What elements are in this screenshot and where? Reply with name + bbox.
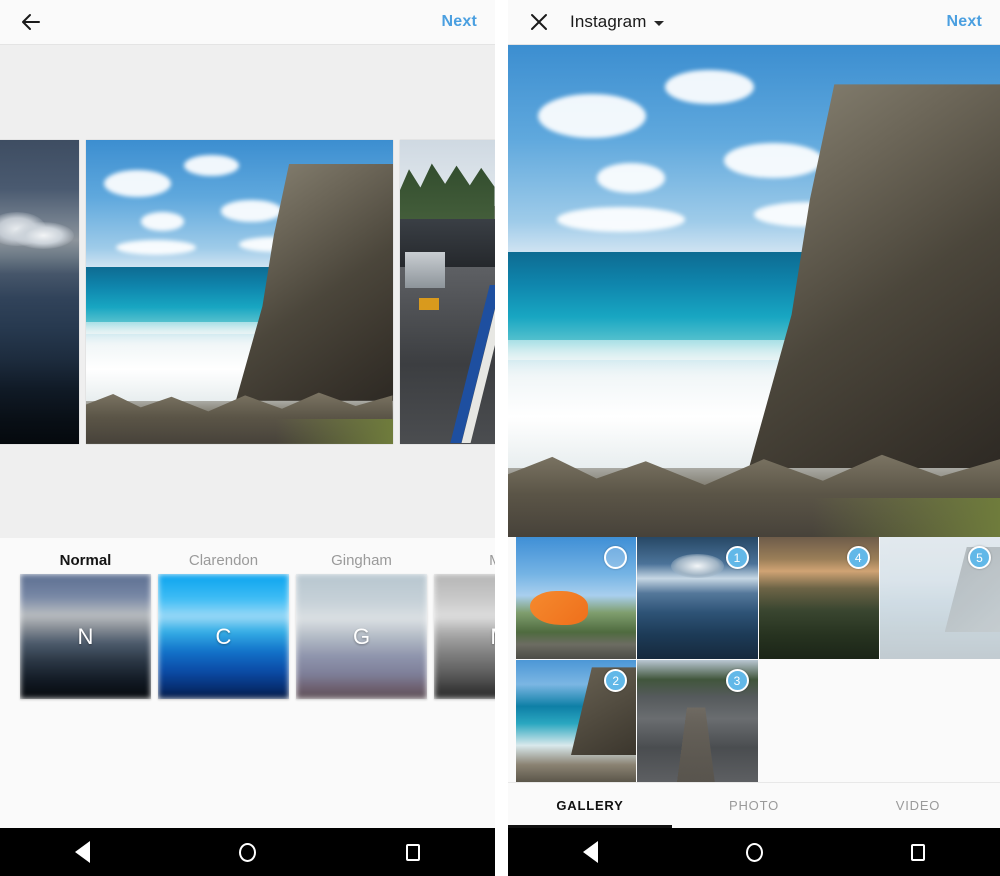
selection-badge[interactable]: 1	[726, 546, 749, 569]
filter-label: Normal	[60, 548, 112, 574]
cloud-shape	[116, 240, 196, 255]
triangle-back-icon[interactable]	[68, 837, 98, 867]
screen-divider	[495, 0, 508, 876]
filter-item-moon[interactable]: Mo M	[434, 548, 495, 699]
filter-label: Mo	[489, 548, 495, 574]
selection-badge[interactable]: 4	[847, 546, 870, 569]
circle-home-icon[interactable]	[739, 837, 769, 867]
gallery-tile[interactable]: 1	[637, 537, 757, 659]
tab-photo[interactable]: PHOTO	[672, 783, 836, 828]
album-selector[interactable]: Instagram	[570, 12, 664, 32]
filter-label: Gingham	[331, 548, 392, 574]
cloud-shape	[184, 155, 239, 176]
triangle-back-icon[interactable]	[575, 837, 605, 867]
photo-coastal-cliff-surf	[86, 140, 393, 444]
gallery-tile[interactable]: 4	[759, 537, 879, 659]
filter-letter: M	[434, 624, 495, 650]
filter-strip[interactable]: Normal N Clarendon C Gingham	[0, 538, 495, 828]
carousel-slide-previous[interactable]	[0, 140, 79, 444]
filter-thumbnail-moon[interactable]: M	[434, 574, 495, 699]
gallery-tile[interactable]	[516, 537, 636, 659]
gallery-tile[interactable]: 2	[516, 660, 636, 782]
arrow-left-icon[interactable]	[18, 9, 44, 35]
filter-item-normal[interactable]: Normal N	[20, 548, 151, 699]
carousel-slide-next[interactable]	[400, 140, 495, 444]
dual-screenshot-container: Next	[0, 0, 1000, 876]
android-navbar-left	[0, 828, 495, 876]
filter-item-clarendon[interactable]: Clarendon C	[158, 548, 289, 699]
filter-thumbnail-normal[interactable]: N	[20, 574, 151, 699]
photo-dark-ocean-clouds	[0, 140, 79, 444]
filter-thumbnail-clarendon[interactable]: C	[158, 574, 289, 699]
filter-letter: G	[296, 624, 427, 650]
photo-carousel[interactable]	[0, 45, 495, 538]
tab-video[interactable]: VIDEO	[836, 783, 1000, 828]
cloud-shape	[665, 70, 754, 104]
filter-item-gingham[interactable]: Gingham G	[296, 548, 427, 699]
album-title: Instagram	[570, 12, 647, 32]
left-phone-screen: Next	[0, 0, 495, 876]
gallery-tile[interactable]: 5	[880, 537, 1000, 659]
close-icon[interactable]	[526, 9, 552, 35]
selected-photo-preview[interactable]	[508, 45, 1000, 537]
next-button[interactable]: Next	[947, 13, 982, 31]
cloud-shape	[141, 212, 184, 230]
chevron-down-icon[interactable]	[654, 21, 664, 26]
photo-grass-layer	[276, 419, 393, 443]
cloud-shape	[557, 207, 685, 232]
square-recents-icon[interactable]	[398, 837, 428, 867]
tab-gallery[interactable]: GALLERY	[508, 783, 672, 828]
circle-home-icon[interactable]	[233, 837, 263, 867]
filter-label: Clarendon	[189, 548, 258, 574]
carousel-track[interactable]	[1, 140, 495, 444]
left-topbar: Next	[0, 0, 495, 45]
selection-badge[interactable]: 3	[726, 669, 749, 692]
station-sign-layer	[419, 298, 440, 310]
photo-coastal-cliff-surf	[508, 45, 1000, 537]
filter-row[interactable]: Normal N Clarendon C Gingham	[0, 548, 495, 699]
station-train-layer	[405, 252, 445, 288]
android-navbar-right	[508, 828, 1000, 876]
cloud-shape	[221, 200, 282, 221]
next-button[interactable]: Next	[442, 13, 477, 31]
square-recents-icon[interactable]	[903, 837, 933, 867]
cloud-shape	[724, 143, 822, 177]
photo-grass-layer	[813, 498, 1000, 537]
photo-train-station-platform	[400, 140, 495, 444]
carousel-slide-current[interactable]	[86, 140, 393, 444]
source-tabs[interactable]: GALLERY PHOTO VIDEO	[508, 782, 1000, 828]
right-phone-screen: Instagram Next	[508, 0, 1000, 876]
filter-letter: N	[20, 624, 151, 650]
filter-letter: C	[158, 624, 289, 650]
gallery-tile[interactable]: 3	[637, 660, 757, 782]
cloud-shape	[538, 94, 646, 138]
filter-thumbnail-gingham[interactable]: G	[296, 574, 427, 699]
gallery-grid[interactable]: 1 4 5 2 3	[508, 537, 1000, 782]
right-topbar: Instagram Next	[508, 0, 1000, 45]
selection-badge[interactable]: 5	[968, 546, 991, 569]
cloud-shape	[597, 163, 666, 193]
